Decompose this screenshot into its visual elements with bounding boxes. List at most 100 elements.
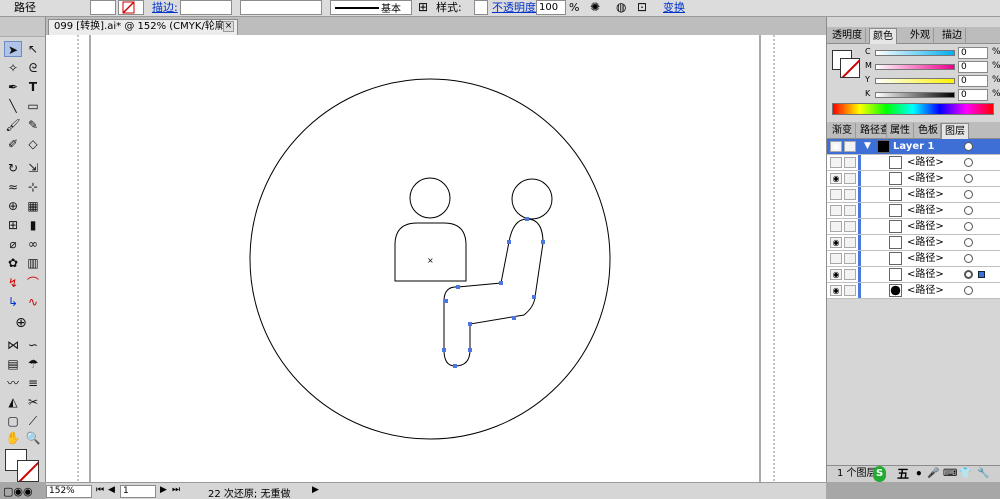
perspective-grid-tool-icon[interactable]: ▦ [24, 198, 42, 214]
last-artboard-icon[interactable]: ⏭ [172, 485, 180, 495]
list-item[interactable]: <路径> [827, 219, 1000, 235]
first-artboard-icon[interactable]: ⏮ [96, 485, 104, 495]
path-name[interactable]: <路径> [907, 267, 944, 282]
path-name[interactable]: <路径> [907, 203, 944, 218]
target-icon[interactable] [964, 222, 973, 231]
column-graph-tool-icon[interactable]: ▥ [24, 255, 42, 271]
list-item[interactable]: ◉ <路径> [827, 171, 1000, 187]
gradient-tool-icon[interactable]: ▮ [24, 217, 42, 233]
lock-toggle[interactable] [844, 269, 856, 280]
blend-tool-icon[interactable]: ∞ [24, 236, 42, 252]
target-icon[interactable] [964, 158, 973, 167]
path-name[interactable]: <路径> [907, 251, 944, 266]
recolor-artwork-icon[interactable]: ✺ [590, 0, 600, 16]
warp-tool-icon[interactable]: ≈ [4, 179, 22, 195]
smooth-tool-icon[interactable]: 〰 [4, 375, 22, 391]
list-item[interactable]: <路径> [827, 203, 1000, 219]
path-name[interactable]: <路径> [907, 283, 944, 298]
list-item[interactable]: <路径> [827, 187, 1000, 203]
magic-wand-tool-icon[interactable]: ✧ [4, 60, 22, 76]
color-spectrum[interactable] [832, 103, 994, 115]
tab-swatches[interactable]: 色板 [915, 123, 941, 139]
transform-link[interactable]: 变换 [663, 0, 685, 16]
cyan-slider[interactable] [875, 50, 955, 56]
lock-toggle[interactable] [844, 173, 856, 184]
eraser-tool-icon[interactable]: ◇ [24, 136, 42, 152]
eye-toggle[interactable] [830, 253, 842, 264]
cyan-value[interactable]: 0 [958, 47, 988, 59]
tab-layers[interactable]: 图层 [941, 123, 969, 139]
lock-toggle[interactable] [844, 205, 856, 216]
bar-graph-tool-icon[interactable]: ▤ [4, 356, 22, 372]
ime-mode[interactable]: 五 [897, 466, 909, 482]
wave-tool-icon[interactable]: ∿ [24, 294, 42, 310]
stroke-link[interactable]: 描边: [152, 0, 178, 16]
scissors-tool-icon[interactable]: ✂ [24, 394, 42, 410]
path-name[interactable]: <路径> [907, 187, 944, 202]
tools-panel-grip[interactable] [0, 17, 45, 37]
tab-transparency[interactable]: 透明度 [829, 28, 866, 44]
lock-toggle[interactable] [844, 221, 856, 232]
screen-mode-icons[interactable]: ▢◉◉ [3, 485, 33, 498]
path-name[interactable]: <路径> [907, 235, 944, 250]
slice-tool-icon[interactable]: ⟋ [24, 413, 42, 429]
free-transform-tool-icon[interactable]: ⊹ [24, 179, 42, 195]
lock-toggle[interactable] [844, 253, 856, 264]
measure-tool-icon[interactable]: ◭ [4, 394, 22, 410]
status-menu-icon[interactable]: ▶ [312, 485, 319, 495]
zoom-tool-icon[interactable]: 🔍 [24, 430, 42, 446]
hand-tool-icon[interactable]: ✋ [4, 430, 22, 446]
eye-icon[interactable]: ◉ [830, 269, 842, 280]
selection-tool-icon[interactable]: ➤ [4, 41, 22, 57]
artboard-field[interactable]: 1 [120, 485, 156, 498]
yellow-slider[interactable] [875, 78, 955, 84]
layer-name[interactable]: Layer 1 [893, 139, 934, 154]
black-slider[interactable] [875, 92, 955, 98]
target-icon[interactable] [964, 254, 973, 263]
eye-icon[interactable]: ◉ [830, 141, 842, 152]
scale-tool-icon[interactable]: ⇲ [24, 160, 42, 176]
lock-toggle[interactable] [844, 285, 856, 296]
direct-selection-tool-icon[interactable]: ↖ [24, 41, 42, 57]
next-artboard-icon[interactable]: ▶ [160, 485, 167, 495]
eye-toggle[interactable] [830, 157, 842, 168]
variable-width-profile[interactable] [240, 0, 322, 15]
symbol-sprayer-tool-icon[interactable]: ✿ [4, 255, 22, 271]
skin-icon[interactable]: 👕 [959, 466, 971, 482]
tab-color[interactable]: 颜色 [869, 28, 897, 44]
opacity-link[interactable]: 不透明度: [492, 0, 540, 16]
zoom-field[interactable]: 152% [46, 485, 92, 498]
eye-toggle[interactable] [830, 205, 842, 216]
eye-icon[interactable]: ◉ [830, 285, 842, 296]
prev-artboard-icon[interactable]: ◀ [108, 485, 115, 495]
shape-builder-tool-icon[interactable]: ⊕ [4, 198, 22, 214]
blob-brush-tool-icon[interactable]: ✐ [4, 136, 22, 152]
ime-punct-icon[interactable]: • [915, 466, 923, 482]
pencil-tool-icon[interactable]: ✎ [24, 117, 42, 133]
list-item[interactable]: <路径> [827, 251, 1000, 267]
list-item[interactable]: ◉ <路径> [827, 283, 1000, 299]
stroke-swatch[interactable] [118, 0, 144, 15]
tab-gradient[interactable]: 渐变 [829, 123, 856, 139]
eye-icon[interactable]: ◉ [830, 173, 842, 184]
document-tab[interactable]: 099 [转换].ai* @ 152% (CMYK/轮廓) × [48, 19, 238, 35]
lock-toggle[interactable] [844, 157, 856, 168]
input-method-logo[interactable]: S [873, 466, 887, 482]
pucker-tool-icon[interactable]: ☂ [24, 356, 42, 372]
stroke-weight-field[interactable] [180, 0, 232, 15]
pen-tool-icon[interactable]: ✒ [4, 79, 22, 95]
target-icon[interactable] [964, 286, 973, 295]
document-setup-icon[interactable]: ◍ [616, 0, 626, 16]
microphone-icon[interactable]: 🎤 [927, 466, 939, 482]
eye-toggle[interactable] [830, 221, 842, 232]
lock-toggle[interactable] [844, 141, 856, 152]
rotate-tool-icon[interactable]: ↻ [4, 160, 22, 176]
path-name[interactable]: <路径> [907, 155, 944, 170]
magenta-slider[interactable] [875, 64, 955, 70]
lock-toggle[interactable] [844, 237, 856, 248]
disclosure-triangle-icon[interactable]: ▼ [864, 139, 871, 154]
list-item[interactable]: <路径> [827, 155, 1000, 171]
tab-attributes[interactable]: 属性 [887, 123, 914, 139]
path-name[interactable]: <路径> [907, 219, 944, 234]
rectangle-tool-icon[interactable]: ▭ [24, 98, 42, 114]
